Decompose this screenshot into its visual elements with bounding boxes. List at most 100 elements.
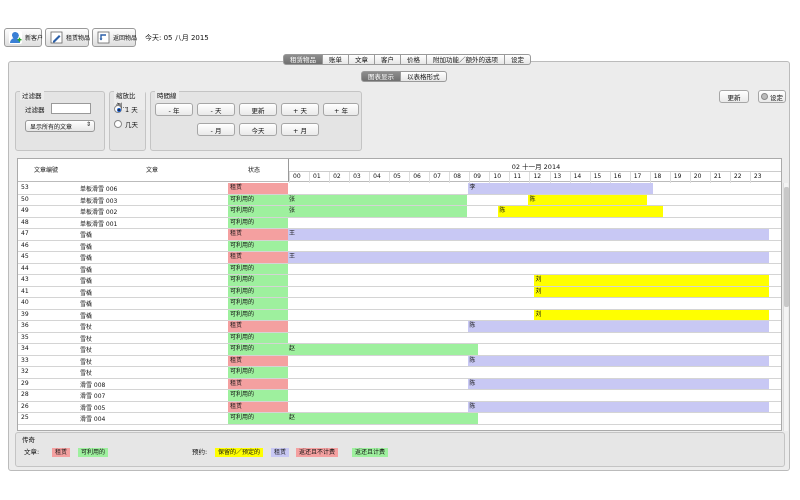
- table-row[interactable]: 32 雪杖 可利用的: [18, 367, 781, 379]
- tab-prices[interactable]: 价格: [401, 54, 427, 65]
- minus-month-button[interactable]: - 月: [197, 123, 235, 136]
- update-button[interactable]: 更新: [239, 103, 277, 116]
- timeline-track[interactable]: 赵: [288, 413, 781, 424]
- minus-year-button[interactable]: - 年: [155, 103, 193, 116]
- zoom-group: 缩放比例... 1 天 几天: [109, 90, 146, 151]
- return-item-label: 返回物品: [113, 35, 138, 42]
- status-badge: 可利用的: [228, 298, 288, 309]
- booking-bar[interactable]: 刘: [534, 286, 769, 297]
- booking-bar[interactable]: 张: [288, 206, 468, 217]
- timeline-track[interactable]: 赵: [288, 344, 781, 355]
- table-row[interactable]: 28 滑雪 007 可利用的: [18, 390, 781, 402]
- timeline-track[interactable]: 王: [288, 252, 781, 263]
- table-row[interactable]: 34 雪杖 可利用的赵: [18, 344, 781, 356]
- plus-month-button[interactable]: + 月: [281, 123, 319, 136]
- timeline-track[interactable]: [288, 264, 781, 275]
- timeline-track[interactable]: 李: [288, 183, 781, 194]
- table-row[interactable]: 45 雪橇 租赁王: [18, 252, 781, 264]
- table-row[interactable]: 53 单板滑雪 006 租赁 李: [18, 183, 781, 195]
- timeline-header: 02 十一月 2014 00 01 02 03 04 05 06 07 08 09 10 11 12 13…: [288, 159, 781, 183]
- timeline-track[interactable]: 刘: [288, 309, 781, 320]
- timeline-track[interactable]: 刘: [288, 275, 781, 286]
- timeline-track[interactable]: 张陈: [288, 194, 781, 205]
- timeline-track[interactable]: 陈: [288, 378, 781, 389]
- tab-customers[interactable]: 客户: [375, 54, 401, 65]
- tab-table-view[interactable]: 以表格形式: [401, 71, 447, 82]
- table-row[interactable]: 48 单板滑雪 001 可利用的: [18, 217, 781, 229]
- table-row[interactable]: 40 雪橇 可利用的: [18, 298, 781, 310]
- tab-chart-view[interactable]: 图表显示: [361, 71, 401, 82]
- timeline-track[interactable]: 张陈: [288, 206, 781, 217]
- booking-bar[interactable]: 陈: [528, 194, 647, 205]
- booking-bar[interactable]: 赵: [288, 413, 479, 424]
- legend-returned-unbilled-chip: 返还且不计费: [296, 448, 339, 457]
- filter-group: 过滤器 过滤器 显示所有的文章 ⇕: [15, 90, 105, 151]
- booking-bar[interactable]: 陈: [468, 321, 769, 332]
- zoom-option-1-day[interactable]: 1 天: [114, 104, 138, 114]
- tab-rent-items[interactable]: 租赁物品: [283, 54, 323, 65]
- hour-label: 17: [629, 172, 650, 183]
- table-row[interactable]: 46 雪橇 可利用的: [18, 240, 781, 252]
- timeline-track[interactable]: [288, 218, 781, 229]
- booking-bar[interactable]: 陈: [468, 378, 769, 389]
- timeline-track[interactable]: [288, 298, 781, 309]
- table-row[interactable]: 35 雪杖 可利用的: [18, 332, 781, 344]
- table-row[interactable]: 33 雪杖 租赁 陈: [18, 355, 781, 367]
- article-filter-select[interactable]: 显示所有的文章 ⇕: [25, 120, 95, 132]
- article-id: 32: [21, 368, 29, 375]
- tab-extras[interactable]: 附加功能／额外的选项: [427, 54, 505, 65]
- hour-label: 16: [609, 172, 630, 183]
- timeline-track[interactable]: [288, 241, 781, 252]
- tab-settings[interactable]: 设定: [505, 54, 531, 65]
- rent-item-button[interactable]: 租赁物品: [45, 28, 91, 47]
- table-row[interactable]: 47 雪橇 租赁王: [18, 229, 781, 241]
- booking-bar[interactable]: 陈: [468, 355, 769, 366]
- filter-input[interactable]: [51, 103, 91, 114]
- zoom-option-days[interactable]: 几天: [114, 119, 138, 129]
- settings-button[interactable]: 设定: [758, 90, 786, 103]
- table-row[interactable]: 43 雪橇 可利用的 刘: [18, 275, 781, 287]
- article-name: 雪橇: [80, 232, 93, 239]
- table-row[interactable]: 49 单板滑雪 002 可利用的张陈: [18, 206, 781, 218]
- plus-year-button[interactable]: + 年: [323, 103, 359, 116]
- table-row[interactable]: 41 雪橇 可利用的 刘: [18, 286, 781, 298]
- return-item-button[interactable]: 返回物品: [92, 28, 138, 47]
- booking-bar[interactable]: 陈: [468, 401, 769, 412]
- scrollbar-thumb[interactable]: [784, 187, 789, 307]
- timeline-track[interactable]: 陈: [288, 355, 781, 366]
- table-row[interactable]: 44 雪橇 可利用的: [18, 263, 781, 275]
- table-row[interactable]: 25 滑雪 004 可利用的赵: [18, 413, 781, 425]
- table-row[interactable]: 29 滑雪 008 租赁 陈: [18, 378, 781, 390]
- booking-bar[interactable]: 刘: [534, 275, 769, 286]
- timeline-track[interactable]: 刘: [288, 286, 781, 297]
- timeline-track[interactable]: 陈: [288, 321, 781, 332]
- table-row[interactable]: 39 雪橇 可利用的 刘: [18, 309, 781, 321]
- booking-bar[interactable]: 刘: [534, 309, 769, 320]
- timeline-track[interactable]: 陈: [288, 401, 781, 412]
- timeline-track[interactable]: [288, 390, 781, 401]
- today-button[interactable]: 今天: [239, 123, 277, 136]
- vertical-scrollbar[interactable]: [783, 183, 789, 431]
- rent-item-label: 租赁物品: [66, 35, 91, 42]
- timeline-track[interactable]: [288, 367, 781, 378]
- booking-bar[interactable]: 赵: [288, 344, 479, 355]
- article-id: 53: [21, 184, 29, 191]
- tab-invoices[interactable]: 账单: [323, 54, 349, 65]
- article-id: 35: [21, 333, 29, 341]
- booking-bar[interactable]: 张: [288, 194, 468, 205]
- booking-bar[interactable]: 王: [288, 229, 769, 240]
- refresh-button[interactable]: 更新: [719, 90, 749, 103]
- plus-day-button[interactable]: + 天: [281, 103, 319, 116]
- table-row[interactable]: 36 雪杖 租赁 陈: [18, 321, 781, 333]
- status-badge: 可利用的: [228, 390, 288, 401]
- timeline-track[interactable]: 王: [288, 229, 781, 240]
- booking-bar[interactable]: 李: [468, 183, 653, 194]
- table-row[interactable]: 50 单板滑雪 003 可利用的张陈: [18, 194, 781, 206]
- timeline-track[interactable]: [288, 333, 781, 344]
- minus-day-button[interactable]: - 天: [197, 103, 235, 116]
- new-customer-button[interactable]: 新客户: [4, 28, 43, 47]
- booking-bar[interactable]: 王: [288, 252, 769, 263]
- booking-bar[interactable]: 陈: [498, 206, 663, 217]
- tab-articles[interactable]: 文章: [349, 54, 375, 65]
- table-row[interactable]: 26 滑雪 005 租赁 陈: [18, 401, 781, 413]
